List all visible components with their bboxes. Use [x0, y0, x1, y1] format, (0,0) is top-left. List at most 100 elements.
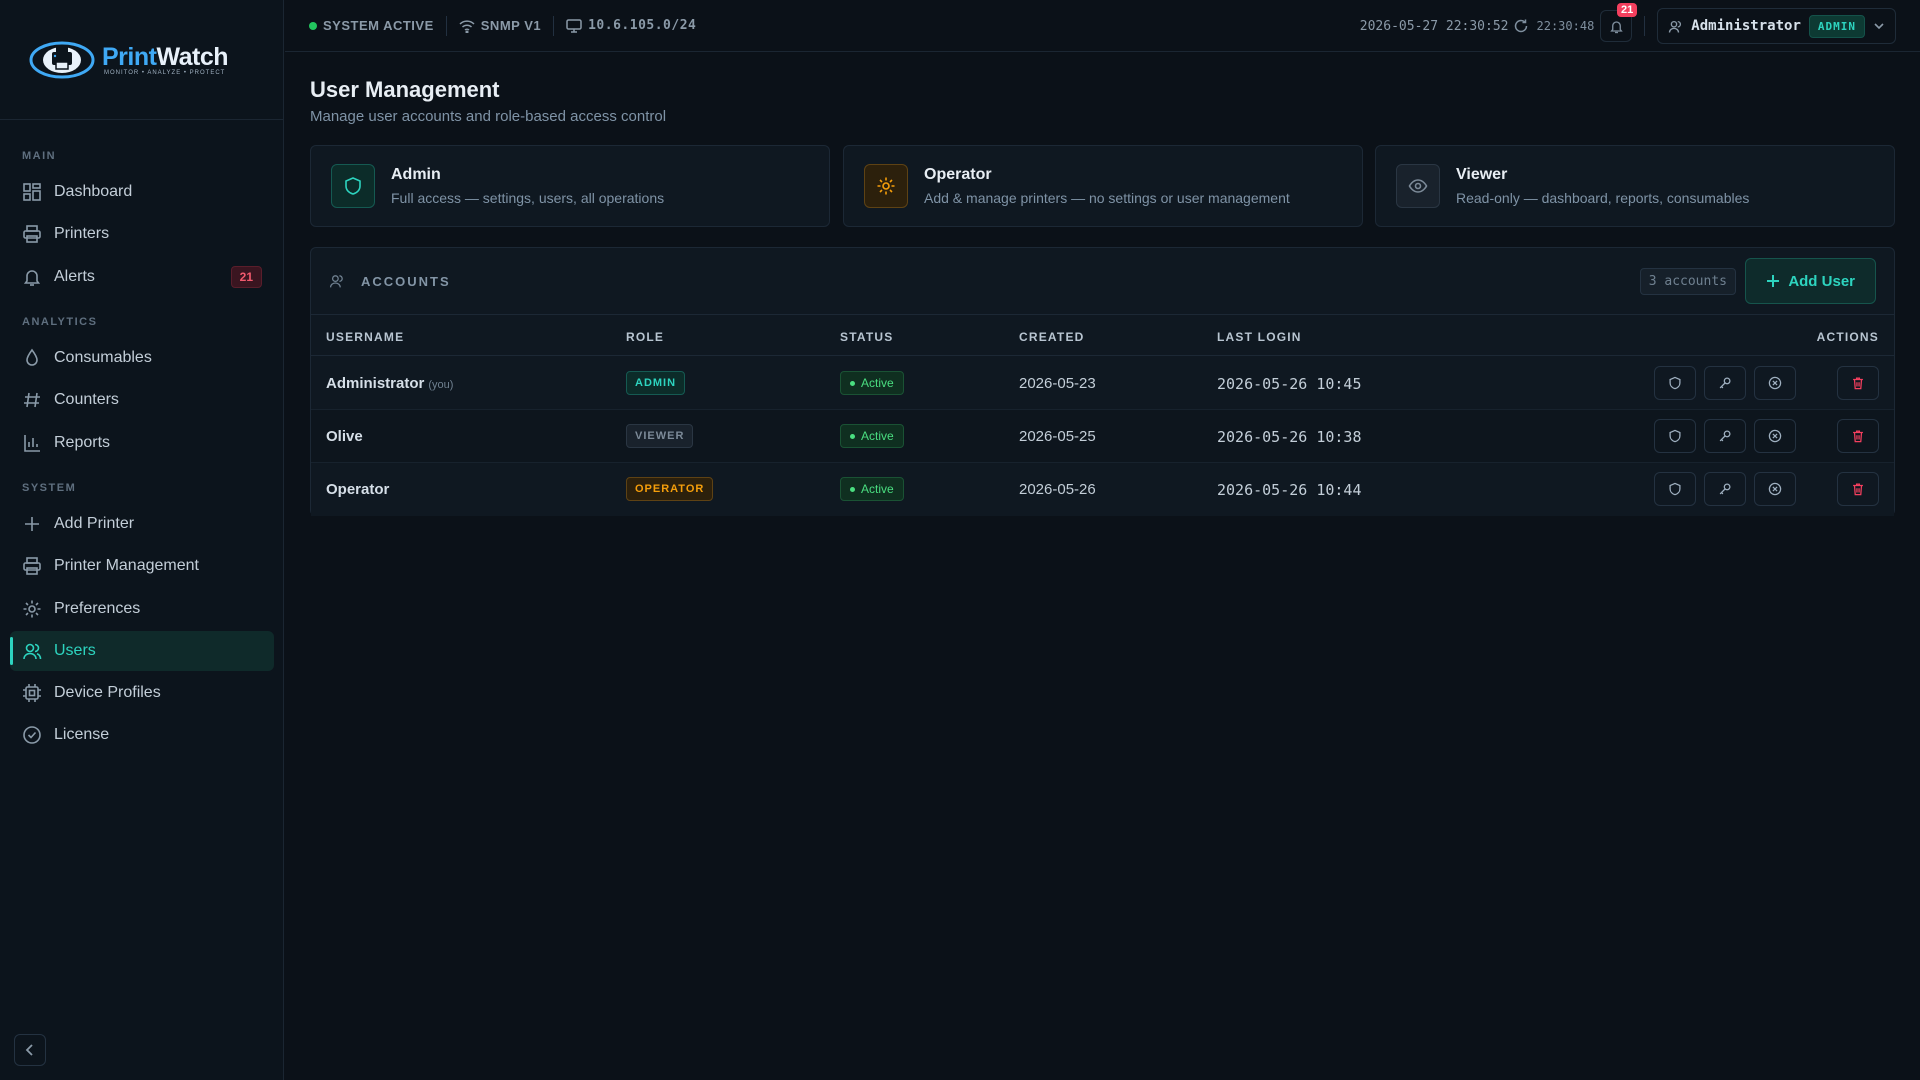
- role-card-title: Operator: [924, 166, 992, 183]
- chip-icon: [22, 683, 42, 703]
- brand-tagline: MONITOR • ANALYZE • PROTECT: [104, 69, 226, 76]
- delete-user-button[interactable]: [1837, 366, 1879, 400]
- accounts-title: ACCOUNTS: [361, 273, 451, 289]
- sidebar-item-reports[interactable]: Reports: [10, 423, 274, 463]
- you-indicator: (you): [428, 379, 454, 391]
- user-menu[interactable]: Administrator ADMIN: [1657, 8, 1896, 44]
- alerts-count-badge: 21: [230, 266, 262, 288]
- disable-user-button[interactable]: [1754, 472, 1796, 506]
- reset-password-button[interactable]: [1704, 366, 1746, 400]
- username: Administrator: [326, 375, 425, 392]
- sidebar-item-printer-management[interactable]: Printer Management: [10, 546, 274, 586]
- status-badge: Active: [840, 477, 904, 501]
- sidebar-item-device-profiles[interactable]: Device Profiles: [10, 673, 274, 713]
- status-text: Active: [861, 429, 894, 443]
- sidebar-item-label: Dashboard: [54, 183, 133, 200]
- username: Olive: [326, 428, 363, 445]
- sidebar-item-alerts[interactable]: Alerts 21: [10, 257, 274, 297]
- sidebar-item-label: Preferences: [54, 600, 141, 617]
- column-header-last-login: LAST LOGIN: [1217, 330, 1302, 344]
- trash-icon: [1853, 430, 1863, 443]
- role-badge: OPERATOR: [626, 477, 714, 501]
- sidebar-item-label: Reports: [54, 434, 111, 451]
- brand-name-watch: Watch: [156, 42, 229, 71]
- table-row: Olive VIEWER Active 2026-05-25 2026-05-2…: [311, 410, 1894, 463]
- status-text: Active: [861, 376, 894, 390]
- sidebar-item-printers[interactable]: Printers: [10, 214, 274, 254]
- bar-chart-icon: [22, 433, 42, 453]
- delete-user-button[interactable]: [1837, 419, 1879, 453]
- accounts-header: ACCOUNTS 3 accounts Add User: [311, 248, 1894, 315]
- subnet-text: 10.6.105.0/24: [588, 18, 697, 33]
- last-login-cell: 2026-05-26 10:38: [1217, 428, 1362, 446]
- last-login-cell: 2026-05-26 10:45: [1217, 375, 1362, 393]
- printwatch-logo-icon: [29, 41, 95, 78]
- printer-icon: [22, 556, 42, 576]
- chevron-down-icon: [1874, 23, 1884, 30]
- users-icon: [329, 275, 343, 288]
- current-user-role-badge: ADMIN: [1808, 14, 1865, 38]
- change-role-button[interactable]: [1654, 366, 1696, 400]
- brand-name-print: Print: [102, 42, 157, 71]
- column-header-status: STATUS: [840, 330, 894, 344]
- sidebar-item-label: Printer Management: [54, 557, 199, 574]
- add-user-label: Add User: [1788, 272, 1855, 290]
- username-cell: Olive: [326, 428, 363, 445]
- change-role-button[interactable]: [1654, 472, 1696, 506]
- sidebar-item-label: Users: [54, 642, 96, 659]
- logo[interactable]: PrintWatch MONITOR • ANALYZE • PROTECT: [0, 0, 283, 120]
- divider: [1644, 16, 1646, 36]
- username: Operator: [326, 481, 390, 498]
- username-cell: Administrator (you): [326, 375, 453, 392]
- notifications-button[interactable]: 21: [1600, 3, 1638, 42]
- shield-icon: [331, 164, 375, 208]
- change-role-button[interactable]: [1654, 419, 1696, 453]
- table-row: Operator OPERATOR Active 2026-05-26 2026…: [311, 463, 1894, 516]
- key-icon: [1719, 430, 1731, 442]
- gear-icon: [864, 164, 908, 208]
- sidebar-item-label: Add Printer: [54, 515, 135, 532]
- refresh-time-button[interactable]: 22:30:48: [1535, 10, 1597, 42]
- delete-user-button[interactable]: [1837, 472, 1879, 506]
- chevron-left-icon: [25, 1044, 33, 1056]
- collapse-sidebar-button[interactable]: [14, 1034, 46, 1066]
- sidebar-item-counters[interactable]: Counters: [10, 380, 274, 420]
- created-cell: 2026-05-26: [1019, 481, 1096, 498]
- bell-icon: [1610, 20, 1623, 33]
- reset-password-button[interactable]: [1704, 472, 1746, 506]
- gear-icon: [22, 599, 42, 619]
- sidebar-item-label: Consumables: [54, 349, 152, 366]
- sidebar-item-license[interactable]: License: [10, 715, 274, 755]
- x-circle-icon: [1768, 429, 1782, 443]
- status-badge: Active: [840, 424, 904, 448]
- reset-password-button[interactable]: [1704, 419, 1746, 453]
- sidebar-item-label: Counters: [54, 391, 119, 408]
- hash-icon: [22, 390, 42, 410]
- disable-user-button[interactable]: [1754, 366, 1796, 400]
- username-cell: Operator: [326, 481, 389, 498]
- refresh-icon[interactable]: [1513, 18, 1529, 34]
- disable-user-button[interactable]: [1754, 419, 1796, 453]
- sidebar-item-preferences[interactable]: Preferences: [10, 589, 274, 629]
- role-badge: VIEWER: [626, 424, 694, 448]
- check-circle-icon: [22, 725, 42, 745]
- add-user-button[interactable]: Add User: [1745, 258, 1876, 304]
- sidebar-item-add-printer[interactable]: Add Printer: [10, 504, 274, 544]
- status-text: Active: [861, 482, 894, 496]
- accounts-panel: ACCOUNTS 3 accounts Add User USERNAME RO…: [310, 247, 1895, 516]
- accounts-count: 3 accounts: [1639, 268, 1736, 295]
- sidebar-item-label: Device Profiles: [54, 684, 161, 701]
- datetime: 2026-05-27 22:30:52: [1359, 18, 1509, 34]
- sidebar-item-users[interactable]: Users: [10, 631, 274, 671]
- subnet: 10.6.105.0/24: [566, 18, 696, 33]
- status-dot-icon: [309, 21, 317, 30]
- sidebar-item-label: Alerts: [54, 268, 95, 285]
- role-card-description: Full access — settings, users, all opera…: [391, 190, 665, 206]
- top-bar-right: 2026-05-27 22:30:52 22:30:48 21 Administ…: [1360, 0, 1896, 52]
- status-badge: Active: [840, 371, 904, 395]
- table-row: Administrator (you) ADMIN Active 2026-05-…: [311, 357, 1894, 410]
- sidebar-item-dashboard[interactable]: Dashboard: [10, 172, 274, 212]
- sidebar-item-consumables[interactable]: Consumables: [10, 338, 274, 378]
- bell-icon: [22, 267, 42, 287]
- role-badge: ADMIN: [626, 371, 686, 395]
